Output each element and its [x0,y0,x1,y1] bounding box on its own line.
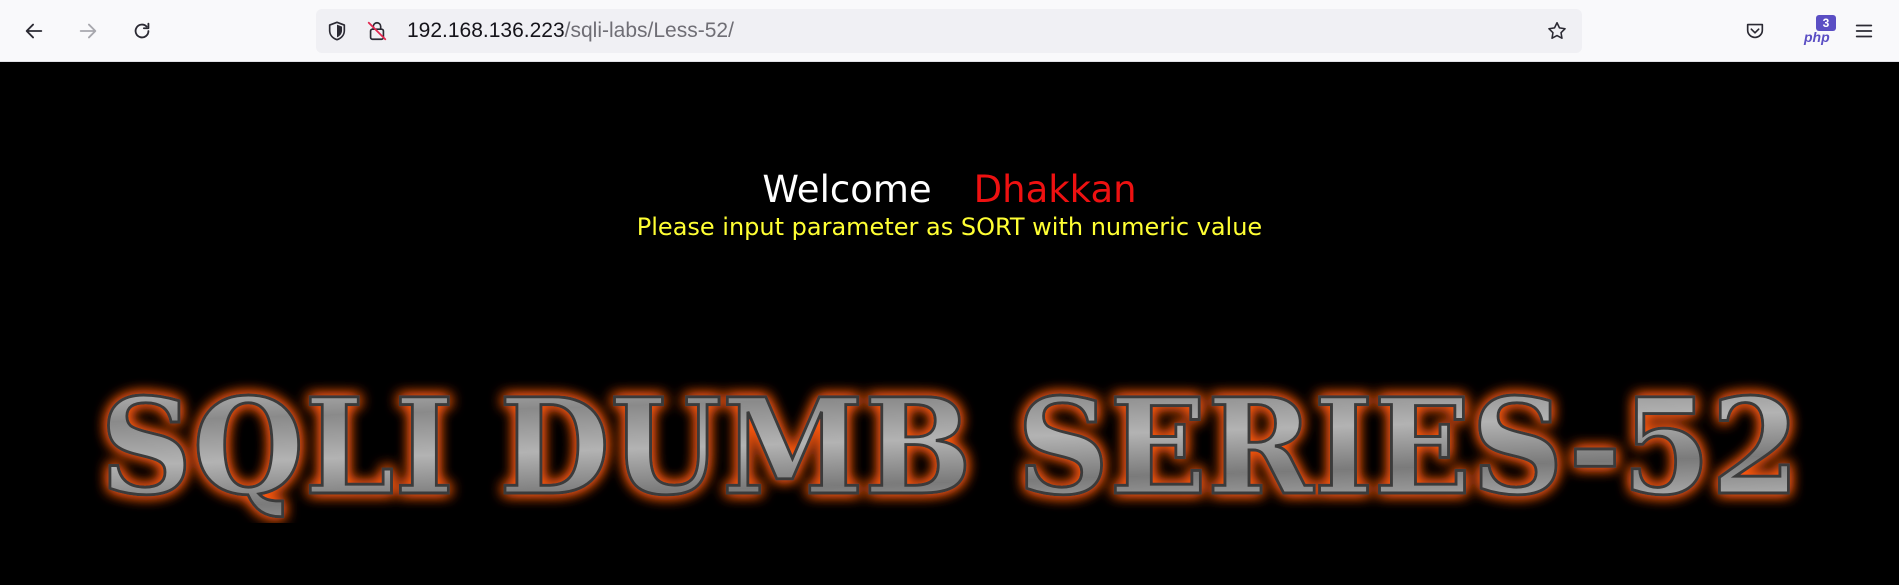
extension-badge: 3 [1816,15,1836,31]
php-extension-button[interactable]: php 3 [1792,13,1836,49]
insecure-lock-icon[interactable] [366,20,388,42]
series-banner-image: SQLI DUMB SERIES-52 [99,369,1802,524]
url-text[interactable]: 192.168.136.223/sqli-labs/Less-52/ [407,19,734,43]
back-arrow-icon [25,23,43,39]
browser-toolbar: 192.168.136.223/sqli-labs/Less-52/ php 3 [0,0,1899,62]
star-icon[interactable] [1546,20,1568,42]
url-path: /sqli-labs/Less-52/ [564,19,734,42]
pocket-icon [1746,23,1764,39]
reload-icon [134,22,150,39]
url-host: 192.168.136.223 [407,19,565,42]
welcome-text: Welcome [762,168,932,211]
welcome-name: Dhakkan [973,168,1137,211]
extension-label: php [1804,29,1830,45]
welcome-line: Welcome Dhakkan [0,168,1899,212]
instruction-text: Please input parameter as SORT with nume… [636,213,1263,241]
php-extension-icon: php 3 [1792,13,1836,49]
shield-icon[interactable] [326,20,348,42]
banner-text: SQLI DUMB SERIES-52 [100,370,1800,523]
forward-arrow-icon [79,23,97,39]
pocket-button[interactable] [1737,13,1773,49]
back-button[interactable] [16,13,52,49]
hamburger-menu-icon [1855,24,1873,38]
menu-button[interactable] [1846,13,1882,49]
reload-button[interactable] [124,13,160,49]
forward-button[interactable] [70,13,106,49]
address-bar[interactable]: 192.168.136.223/sqli-labs/Less-52/ [316,9,1582,53]
